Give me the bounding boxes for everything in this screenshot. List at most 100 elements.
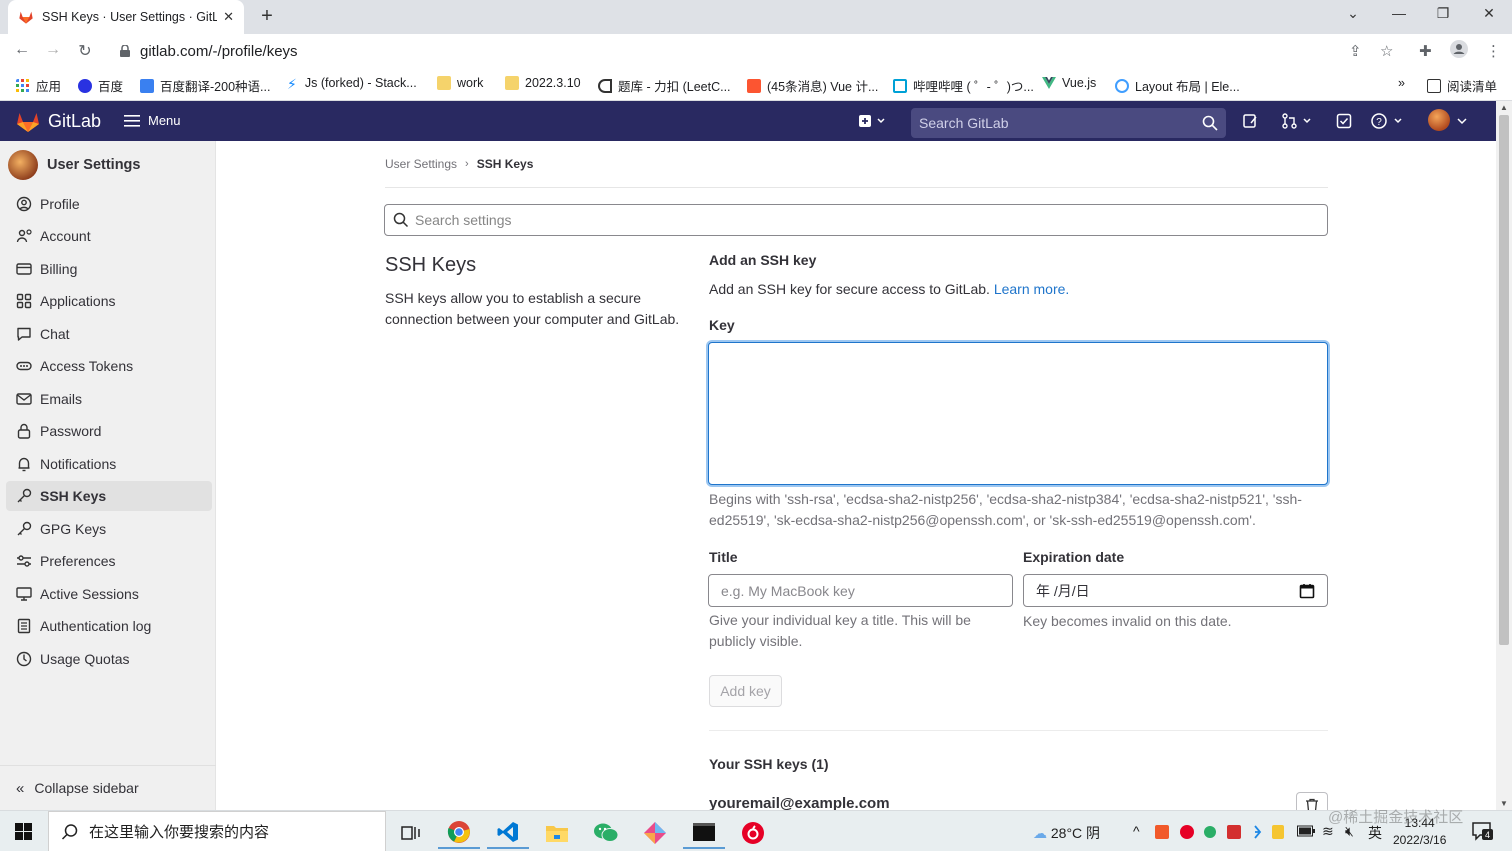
bookmark-label: 百度 (98, 80, 124, 94)
vscode-taskbar-icon[interactable] (487, 817, 529, 849)
file-explorer-taskbar-icon[interactable] (536, 817, 578, 849)
weather-text: 28°C 阴 (1050, 825, 1101, 841)
taskbar-search-box[interactable]: 在这里输入你要搜索的内容 (48, 811, 386, 851)
help-icon[interactable]: ? (1371, 113, 1407, 129)
reload-icon[interactable]: ↻ (75, 41, 95, 61)
back-icon[interactable]: ← (12, 41, 32, 59)
bookmark-folder-date[interactable]: 2022.3.10 (505, 76, 581, 90)
forward-icon[interactable]: → (43, 41, 63, 59)
todo-icon[interactable] (1336, 113, 1352, 129)
sidebar-item-emails[interactable]: Emails (6, 384, 212, 414)
settings-search-field[interactable] (384, 204, 1328, 236)
sidebar-item-active-sessions[interactable]: Active Sessions (6, 579, 212, 609)
sidebar-item-authentication-log[interactable]: Authentication log (6, 611, 212, 641)
key-textarea[interactable] (708, 342, 1328, 485)
share-icon[interactable]: ⇪ (1349, 42, 1362, 60)
browser-menu-icon[interactable]: ⋮ (1486, 42, 1501, 60)
sidebar-item-account[interactable]: Account (6, 221, 212, 251)
task-view-icon[interactable] (390, 817, 432, 849)
bookmark-folder-work[interactable]: work (437, 76, 483, 90)
add-key-button[interactable]: Add key (709, 675, 782, 707)
sidebar-item-label: Profile (40, 196, 80, 212)
sidebar-item-label: Notifications (40, 456, 117, 472)
scrollbar-thumb[interactable] (1499, 115, 1509, 645)
issues-icon[interactable] (1242, 113, 1258, 129)
bookmark-baidu-translate[interactable]: 百度翻译-200种语... (140, 76, 270, 95)
tray-app-icons[interactable] (1155, 824, 1295, 843)
browser-tab-active[interactable]: SSH Keys · User Settings · GitL ✕ (8, 0, 244, 34)
title-input[interactable] (708, 574, 1013, 607)
element-ui-icon (1115, 78, 1129, 93)
bookmark-leetcode[interactable]: 题库 - 力扣 (LeetC... (598, 76, 731, 95)
extensions-puzzle-icon[interactable]: ✚ (1419, 42, 1432, 60)
gitlab-logo-icon[interactable] (16, 111, 40, 133)
menu-button[interactable]: Menu (124, 113, 181, 128)
terminal-taskbar-icon[interactable] (683, 817, 725, 849)
more-bookmarks-icon[interactable]: » (1398, 76, 1405, 90)
your-ssh-keys-heading: Your SSH keys (1) (709, 756, 829, 772)
windows-taskbar: 在这里输入你要搜索的内容 ☁ 28°C 阴 ^ ≋ 🔇︎ 英 13:44 202… (0, 810, 1512, 851)
user-avatar[interactable] (1428, 109, 1450, 131)
bookmark-stackblitz[interactable]: ⚡ Js (forked) - Stack... (287, 76, 417, 92)
sidebar-item-gpg-keys[interactable]: GPG Keys (6, 514, 212, 544)
breadcrumb-item-ssh-keys[interactable]: SSH Keys (477, 157, 534, 171)
close-window-icon[interactable]: ✕ (1466, 5, 1512, 22)
restore-window-icon[interactable]: ❐ (1420, 5, 1466, 22)
page-scrollbar[interactable]: ▲ ▼ (1496, 101, 1512, 810)
sidebar-item-password[interactable]: Password (6, 416, 212, 446)
expiration-date-input[interactable]: 年 /月/日 (1023, 574, 1328, 607)
bookmark-label: 2022.3.10 (525, 76, 581, 90)
sidebar-item-chat[interactable]: Chat (6, 319, 212, 349)
bookmark-baidu[interactable]: 百度 (78, 76, 123, 95)
calendar-icon[interactable] (1299, 583, 1315, 599)
bookmark-bilibili[interactable]: 哔哩哔哩 ( ゜- ゜)つ... (893, 76, 1034, 95)
windows-start-icon[interactable] (15, 823, 32, 840)
bookmark-element-ui[interactable]: Layout 布局 | Ele... (1115, 76, 1240, 95)
expiration-date-label: Expiration date (1023, 549, 1125, 565)
user-menu-chevron-icon[interactable] (1456, 113, 1468, 129)
sidebar-item-access-tokens[interactable]: Access Tokens (6, 351, 212, 381)
bookmark-apps[interactable]: 应用 (16, 76, 61, 95)
sidebar-item-billing[interactable]: Billing (6, 254, 212, 284)
bookmark-label: 百度翻译-200种语... (160, 80, 271, 94)
close-tab-icon[interactable]: ✕ (223, 9, 234, 25)
sidebar-item-usage-quotas[interactable]: Usage Quotas (6, 644, 212, 674)
netease-music-taskbar-icon[interactable] (732, 817, 774, 849)
minimize-window-icon[interactable]: — (1376, 5, 1422, 21)
section-divider (709, 730, 1328, 731)
breadcrumb-item-user-settings[interactable]: User Settings (385, 157, 457, 171)
sidebar-item-notifications[interactable]: Notifications (6, 449, 212, 479)
weather-widget[interactable]: ☁ 28°C 阴 (1033, 823, 1100, 843)
battery-icon[interactable] (1297, 824, 1315, 840)
tab-search-chevron-icon[interactable]: ⌄ (1330, 5, 1376, 22)
key-icon (17, 488, 32, 503)
create-new-button[interactable] (858, 113, 886, 129)
sidebar-item-profile[interactable]: Profile (6, 189, 212, 219)
learn-more-link[interactable]: Learn more. (994, 281, 1069, 297)
bookmark-csdn[interactable]: (45条消息) Vue 计... (747, 76, 878, 95)
add-ssh-key-subtitle-text: Add an SSH key for secure access to GitL… (709, 281, 990, 297)
bookmark-vue[interactable]: Vue.js (1042, 76, 1096, 90)
profile-icon[interactable] (1450, 40, 1468, 62)
merge-requests-icon[interactable] (1281, 113, 1315, 129)
bookmark-star-icon[interactable]: ☆ (1380, 42, 1393, 60)
scroll-down-arrow-icon[interactable]: ▼ (1496, 799, 1512, 808)
sidebar-context-header[interactable]: User Settings (8, 150, 140, 180)
sidebar-item-applications[interactable]: Applications (6, 286, 212, 316)
new-tab-icon[interactable]: + (256, 5, 278, 28)
wechat-taskbar-icon[interactable] (585, 817, 627, 849)
gitlab-brand[interactable]: GitLab (48, 111, 101, 132)
tray-overflow-chevron-icon[interactable]: ^ (1133, 823, 1140, 839)
scroll-up-arrow-icon[interactable]: ▲ (1496, 103, 1512, 112)
address-bar[interactable]: gitlab.com/-/profile/keys (108, 37, 1408, 65)
sidebar-item-preferences[interactable]: Preferences (6, 546, 212, 576)
settings-search-input[interactable] (415, 212, 1327, 228)
sidebar-item-label: Authentication log (40, 618, 152, 634)
notification-center-icon[interactable]: 4 (1472, 821, 1494, 844)
chrome-taskbar-icon[interactable] (438, 817, 480, 849)
app-diamond-taskbar-icon[interactable] (634, 817, 676, 849)
gitlab-search-input[interactable]: Search GitLab (911, 108, 1226, 138)
reading-list[interactable]: 阅读清单 (1427, 76, 1497, 95)
collapse-sidebar-button[interactable]: « Collapse sidebar (0, 765, 216, 810)
sidebar-item-ssh-keys[interactable]: SSH Keys (6, 481, 212, 511)
